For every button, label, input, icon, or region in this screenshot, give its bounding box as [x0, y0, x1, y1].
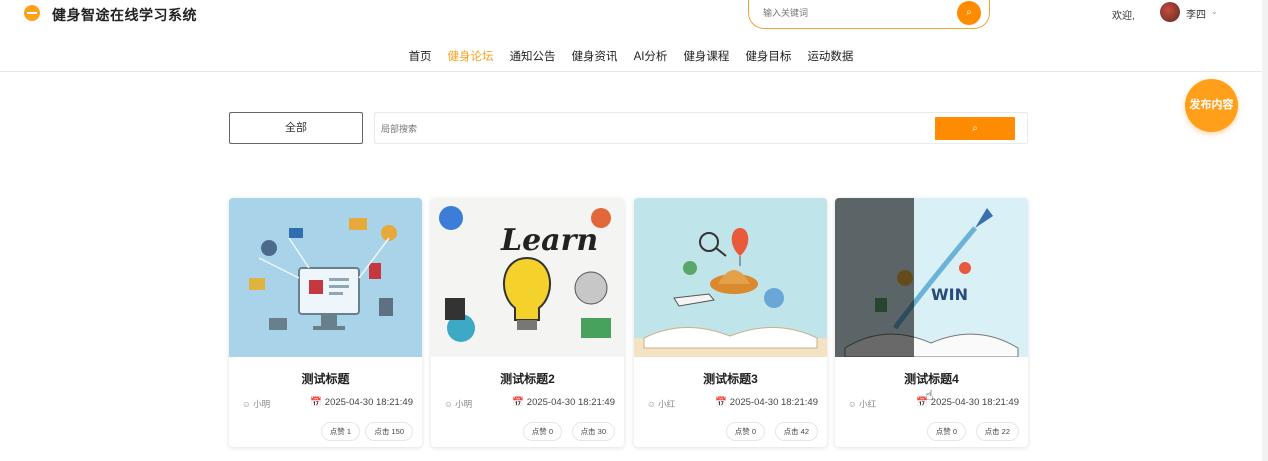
author-name: 小明 — [455, 399, 473, 409]
open-book-travel-illustration — [634, 198, 827, 357]
card-date: 📅 2025-04-30 18:21:49 — [715, 397, 818, 408]
main-nav: 首页 健身论坛 通知公告 健身资讯 AI分析 健身课程 健身目标 运动数据 — [0, 48, 1262, 64]
user-icon: ☺ — [848, 399, 857, 409]
nav-item-news[interactable]: 健身资讯 — [572, 48, 618, 64]
card-date: 📅 2025-04-30 18:21:49 — [310, 397, 413, 408]
nav-item-home[interactable]: 首页 — [409, 48, 432, 64]
click-badge: 点击 42 — [774, 422, 818, 441]
nav-item-ai-analysis[interactable]: AI分析 — [634, 48, 668, 64]
card-title[interactable]: 测试标题 — [229, 370, 422, 387]
date-text: 2025-04-30 18:21:49 — [930, 397, 1019, 408]
logo-icon — [24, 5, 40, 21]
calendar-icon: 📅 — [512, 397, 525, 408]
publish-button[interactable]: 发布内容 — [1185, 79, 1238, 132]
app-title: 健身智途在线学习系统 — [52, 7, 197, 23]
local-search: ⌕ — [374, 112, 1028, 144]
hand-cursor-icon: ☝ — [925, 387, 934, 403]
card-title[interactable]: 测试标题2 — [431, 370, 624, 387]
date-text: 2025-04-30 18:21:49 — [324, 397, 413, 408]
learn-lightbulb-illustration: Learn — [431, 198, 624, 357]
card-author: ☺ 小明 — [444, 398, 472, 410]
all-filter-button[interactable]: 全部 — [229, 112, 363, 144]
svg-text:Learn: Learn — [500, 223, 598, 258]
click-badge: 点击 22 — [975, 422, 1019, 441]
post-card[interactable]: Learn 测试标题2 ☺ 小明 📅 2025-04-30 18:21:49 点… — [431, 198, 624, 447]
open-book-win-rocket-illustration: WIN — [835, 198, 1028, 357]
card-author: ☺ 小明 — [242, 398, 270, 410]
user-icon: ☺ — [242, 399, 251, 409]
like-badge[interactable]: 点赞 0 — [522, 422, 562, 441]
global-search-input[interactable] — [763, 5, 943, 21]
local-search-button[interactable]: ⌕ — [935, 117, 1015, 140]
card-author: ☺ 小红 — [647, 398, 675, 410]
nav-item-sport-data[interactable]: 运动数据 — [807, 48, 853, 64]
post-card[interactable]: 测试标题3 ☺ 小红 📅 2025-04-30 18:21:49 点赞 0 点击… — [634, 198, 827, 447]
user-icon: ☺ — [444, 399, 453, 409]
card-date: 📅 2025-04-30 18:21:49 — [512, 397, 615, 408]
click-badge: 点击 30 — [571, 422, 615, 441]
calendar-icon: 📅 — [310, 397, 323, 408]
card-author: ☺ 小红 — [848, 398, 876, 410]
author-name: 小明 — [253, 399, 271, 409]
global-search-button[interactable]: ⌕ — [957, 1, 981, 25]
like-badge[interactable]: 点赞 0 — [725, 422, 765, 441]
local-search-input[interactable] — [381, 121, 881, 137]
like-badge[interactable]: 点赞 1 — [320, 422, 360, 441]
svg-text:WIN: WIN — [931, 285, 968, 304]
ecommerce-illustration — [229, 198, 422, 357]
nav-item-forum[interactable]: 健身论坛 — [448, 48, 494, 64]
user-icon: ☺ — [647, 399, 656, 409]
author-name: 小红 — [658, 399, 676, 409]
click-badge: 点击 150 — [365, 422, 413, 441]
global-search: ⌕ — [748, 0, 990, 29]
post-card[interactable]: WIN 测试标题4 ☺ 小红 📅 2025-04-30 18:21:49 点赞 … — [835, 198, 1028, 447]
date-text: 2025-04-30 18:21:49 — [729, 397, 818, 408]
nav-item-courses[interactable]: 健身课程 — [683, 48, 729, 64]
post-card[interactable]: 测试标题 ☺ 小明 📅 2025-04-30 18:21:49 点赞 1 点击 … — [229, 198, 422, 447]
nav-item-notices[interactable]: 通知公告 — [510, 48, 556, 64]
like-badge[interactable]: 点赞 0 — [926, 422, 966, 441]
top-header: 健身智途在线学习系统 ⌕ 欢迎, 李四 ⌄ 首页 健身论坛 通知公告 健身资讯 … — [0, 0, 1262, 72]
author-name: 小红 — [859, 399, 877, 409]
card-title[interactable]: 测试标题4 — [835, 370, 1028, 387]
nav-item-goals[interactable]: 健身目标 — [745, 48, 791, 64]
card-title[interactable]: 测试标题3 — [634, 370, 827, 387]
calendar-icon: 📅 — [715, 397, 728, 408]
welcome-text: 欢迎, — [1112, 11, 1135, 22]
avatar[interactable] — [1160, 2, 1180, 22]
scrollbar[interactable] — [1262, 0, 1268, 461]
chevron-down-icon[interactable]: ⌄ — [1211, 7, 1218, 16]
date-text: 2025-04-30 18:21:49 — [526, 397, 615, 408]
username[interactable]: 李四 — [1186, 6, 1206, 21]
